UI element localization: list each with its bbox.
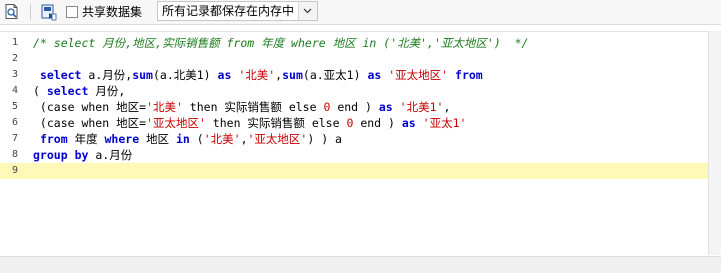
code-token: '亚太地区' bbox=[247, 132, 308, 146]
code-token: a.月份, bbox=[81, 68, 133, 82]
share-dataset-checkbox[interactable]: 共享数据集 bbox=[66, 3, 142, 21]
code-text: ( select 月份, bbox=[33, 83, 125, 99]
code-token: '亚太地区' bbox=[146, 116, 206, 130]
code-token: from bbox=[39, 132, 68, 146]
sql-editor[interactable]: 1 /* select 月份,地区,实际销售额 from 年度 where 地区 … bbox=[0, 31, 708, 256]
code-line[interactable]: 9 bbox=[0, 163, 708, 179]
horizontal-scrollbar[interactable] bbox=[0, 256, 721, 273]
code-token: '北美' bbox=[238, 68, 276, 82]
code-token: end ) bbox=[330, 100, 379, 114]
code-token: 年度 bbox=[67, 132, 105, 146]
code-token: ( bbox=[33, 84, 47, 98]
code-text: select a.月份,sum(a.北美1) as '北美',sum(a.亚太1… bbox=[33, 67, 483, 83]
code-line[interactable]: 1 /* select 月份,地区,实际销售额 from 年度 where 地区 … bbox=[0, 35, 708, 51]
code-text: /* select 月份,地区,实际销售额 from 年度 where 地区 i… bbox=[33, 35, 528, 51]
code-token: as bbox=[217, 68, 232, 82]
code-text: (case when 地区='北美' then 实际销售额 else 0 end… bbox=[33, 99, 450, 115]
code-token: '北美1' bbox=[399, 100, 444, 114]
code-token: as bbox=[367, 68, 382, 82]
code-token: (a.亚太1) bbox=[302, 68, 368, 82]
code-text: group by a.月份 bbox=[33, 147, 132, 163]
code-token: (case when 地区= bbox=[33, 100, 147, 114]
share-dataset-checkbox-box[interactable] bbox=[66, 6, 78, 18]
code-text: from 年度 where 地区 in ('北美','亚太地区') ) a bbox=[33, 131, 342, 147]
line-number: 2 bbox=[11, 53, 18, 64]
code-token: ( bbox=[189, 132, 204, 146]
code-line[interactable]: 4 ( select 月份, bbox=[0, 83, 708, 99]
code-token: where bbox=[104, 132, 140, 146]
line-number: 7 bbox=[11, 133, 18, 144]
code-line[interactable]: 7 from 年度 where 地区 in ('北美','亚太地区') ) a bbox=[0, 131, 708, 147]
code-token: by bbox=[74, 148, 89, 162]
line-number: 4 bbox=[11, 85, 18, 96]
line-number: 3 bbox=[11, 69, 18, 80]
code-token: '亚太地区' bbox=[388, 68, 449, 82]
code-line[interactable]: 2 bbox=[0, 51, 708, 67]
code-line[interactable]: 8 group by a.月份 bbox=[0, 147, 708, 163]
record-mode-select[interactable]: 所有记录都保存在内存中 bbox=[157, 1, 318, 21]
code-text: (case when 地区='亚太地区' then 实际销售额 else 0 e… bbox=[33, 115, 467, 131]
code-token: in bbox=[175, 132, 190, 146]
code-token: ) ) a bbox=[307, 132, 342, 146]
code-token: then 实际销售额 else bbox=[205, 116, 347, 130]
code-token: select bbox=[46, 84, 89, 98]
magnifier-page-icon[interactable] bbox=[3, 3, 21, 21]
toolbar-separator bbox=[30, 4, 31, 20]
code-token: 地区 bbox=[139, 132, 176, 146]
code-token: select bbox=[39, 68, 82, 82]
code-token: '亚太1' bbox=[422, 116, 467, 130]
code-token: sum bbox=[282, 68, 303, 82]
code-line[interactable]: 3 select a.月份,sum(a.北美1) as '北美',sum(a.亚… bbox=[0, 67, 708, 83]
code-token: as bbox=[378, 100, 393, 114]
code-token: (a.北美1) bbox=[152, 68, 218, 82]
record-mode-dropdown-button[interactable] bbox=[298, 2, 317, 20]
record-mode-value: 所有记录都保存在内存中 bbox=[162, 4, 295, 18]
code-token: from bbox=[455, 68, 483, 82]
code-token: as bbox=[401, 116, 416, 130]
code-token: sum bbox=[132, 68, 153, 82]
code-token: (case when 地区= bbox=[33, 116, 147, 130]
line-number: 5 bbox=[11, 101, 18, 112]
code-line[interactable]: 6 (case when 地区='亚太地区' then 实际销售额 else 0… bbox=[0, 115, 708, 131]
share-dataset-label: 共享数据集 bbox=[82, 5, 143, 19]
line-number: 9 bbox=[11, 165, 18, 176]
code-token: group bbox=[33, 148, 68, 162]
code-token: , bbox=[443, 100, 451, 114]
export-icon[interactable] bbox=[40, 3, 58, 21]
line-number: 8 bbox=[11, 149, 18, 160]
code-token: '北美' bbox=[203, 132, 241, 146]
code-token: then 实际销售额 else bbox=[182, 100, 324, 114]
chevron-down-icon bbox=[303, 8, 312, 14]
code-line[interactable]: 5 (case when 地区='北美' then 实际销售额 else 0 e… bbox=[0, 99, 708, 115]
vertical-scrollbar[interactable] bbox=[708, 31, 721, 255]
code-token: a.月份 bbox=[88, 148, 133, 162]
code-token: 月份, bbox=[88, 84, 126, 98]
code-token: '北美' bbox=[146, 100, 183, 114]
line-number: 6 bbox=[11, 117, 18, 128]
code-token: /* select 月份,地区,实际销售额 from 年度 where 地区 i… bbox=[33, 36, 529, 50]
line-number: 1 bbox=[11, 37, 18, 48]
toolbar: 共享数据集 所有记录都保存在内存中 bbox=[0, 0, 721, 25]
code-token: , bbox=[240, 132, 248, 146]
code-token: end ) bbox=[353, 116, 402, 130]
